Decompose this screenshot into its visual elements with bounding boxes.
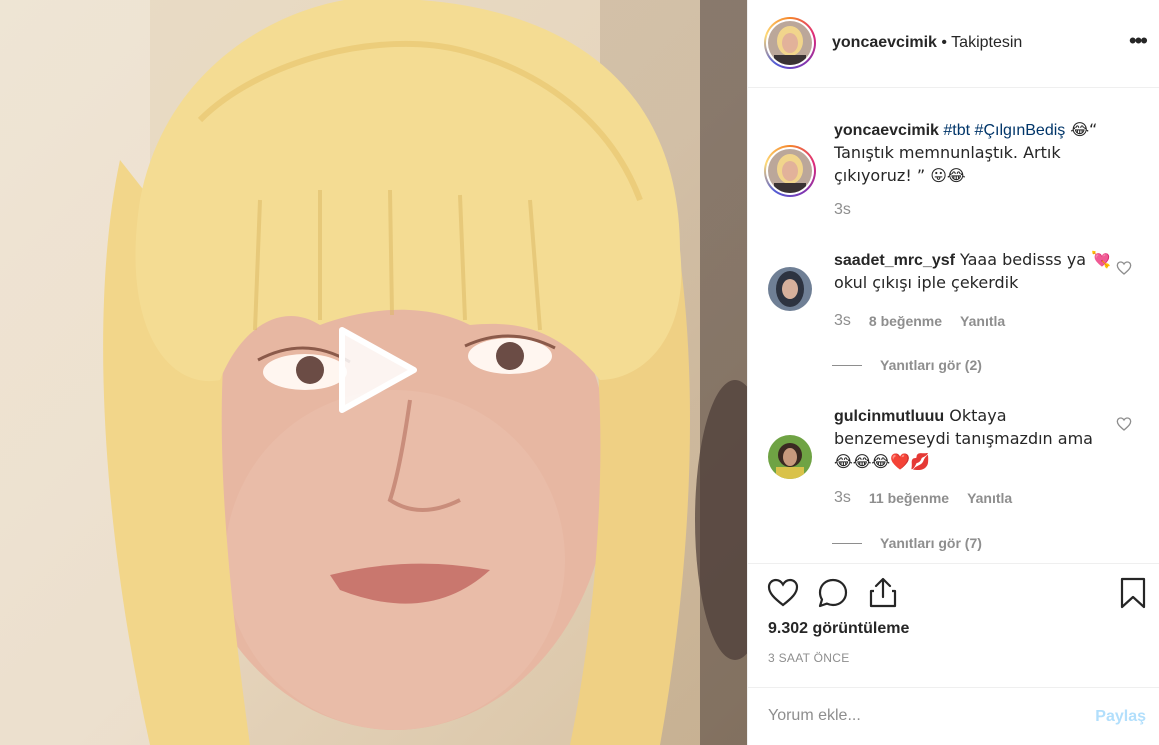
reply-button[interactable]: Yanıtla	[967, 490, 1012, 506]
author-avatar[interactable]	[764, 17, 816, 69]
avatar-image	[768, 21, 812, 65]
post-comment-button[interactable]: Paylaş	[1095, 708, 1146, 726]
caption-text: yoncaevcimik #tbt #ÇılgınBediş 😂“ Tanışt…	[834, 119, 1114, 188]
follow-status: • Takiptesin	[941, 34, 1023, 51]
post-side-panel: yoncaevcimik • Takiptesin ••• yoncaevcim…	[747, 0, 1159, 745]
comment-time[interactable]: 3s	[834, 489, 851, 507]
speech-bubble-icon[interactable]	[816, 576, 850, 610]
post-timestamp[interactable]: 3 SAAT ÖNCE	[768, 651, 850, 665]
comment-like-icon[interactable]	[1116, 260, 1132, 276]
avatar-image	[768, 149, 812, 193]
comment-time[interactable]: 3s	[834, 312, 851, 330]
view-replies-label: Yanıtları gör (2)	[880, 357, 982, 373]
author-username[interactable]: yoncaevcimik	[832, 34, 937, 51]
caption-avatar[interactable]	[764, 145, 816, 197]
divider-line	[832, 364, 862, 366]
comment-input[interactable]	[768, 704, 1068, 728]
caption-username[interactable]: yoncaevcimik	[834, 122, 939, 139]
header-user: yoncaevcimik • Takiptesin	[832, 34, 1022, 52]
avatar-image	[768, 435, 812, 479]
share-icon[interactable]	[866, 576, 900, 610]
avatar-image	[768, 267, 812, 311]
comment-form: Paylaş	[748, 687, 1159, 745]
post-header: yoncaevcimik • Takiptesin •••	[748, 0, 1159, 88]
action-bar	[748, 563, 1159, 611]
divider-line	[832, 542, 862, 544]
hashtag-link[interactable]: #ÇılgınBediş	[975, 122, 1066, 139]
hashtag-link[interactable]: #tbt	[943, 122, 970, 139]
comment-text: gulcinmutluuu Oktaya benzemeseydi tanışm…	[834, 405, 1114, 474]
commenter-avatar[interactable]	[768, 435, 812, 479]
caption-meta: 3s	[834, 201, 851, 219]
comment-likes[interactable]: 8 beğenme	[869, 313, 942, 329]
comments-list[interactable]: yoncaevcimik #tbt #ÇılgınBediş 😂“ Tanışt…	[748, 89, 1159, 563]
more-options-icon[interactable]: •••	[1129, 30, 1148, 52]
comment-meta: 3s 11 beğenme Yanıtla	[834, 489, 1012, 507]
view-replies-button[interactable]: Yanıtları gör (2)	[832, 357, 982, 373]
reply-button[interactable]: Yanıtla	[960, 313, 1005, 329]
comment-like-icon[interactable]	[1116, 416, 1132, 432]
comment-username[interactable]: saadet_mrc_ysf	[834, 252, 955, 269]
bookmark-icon[interactable]	[1116, 576, 1150, 610]
view-replies-button[interactable]: Yanıtları gör (7)	[832, 535, 982, 551]
comment-username[interactable]: gulcinmutluuu	[834, 408, 944, 425]
caption-time[interactable]: 3s	[834, 201, 851, 219]
view-replies-label: Yanıtları gör (7)	[880, 535, 982, 551]
view-count[interactable]: 9.302 görüntüleme	[768, 620, 909, 638]
post-media[interactable]	[0, 0, 747, 745]
comment-meta: 3s 8 beğenme Yanıtla	[834, 312, 1005, 330]
commenter-avatar[interactable]	[768, 267, 812, 311]
play-icon[interactable]	[330, 324, 422, 416]
heart-icon[interactable]	[766, 576, 800, 610]
comment-text: saadet_mrc_ysf Yaaa bedisss ya 💘 okul çı…	[834, 249, 1114, 295]
comment-likes[interactable]: 11 beğenme	[869, 490, 949, 506]
